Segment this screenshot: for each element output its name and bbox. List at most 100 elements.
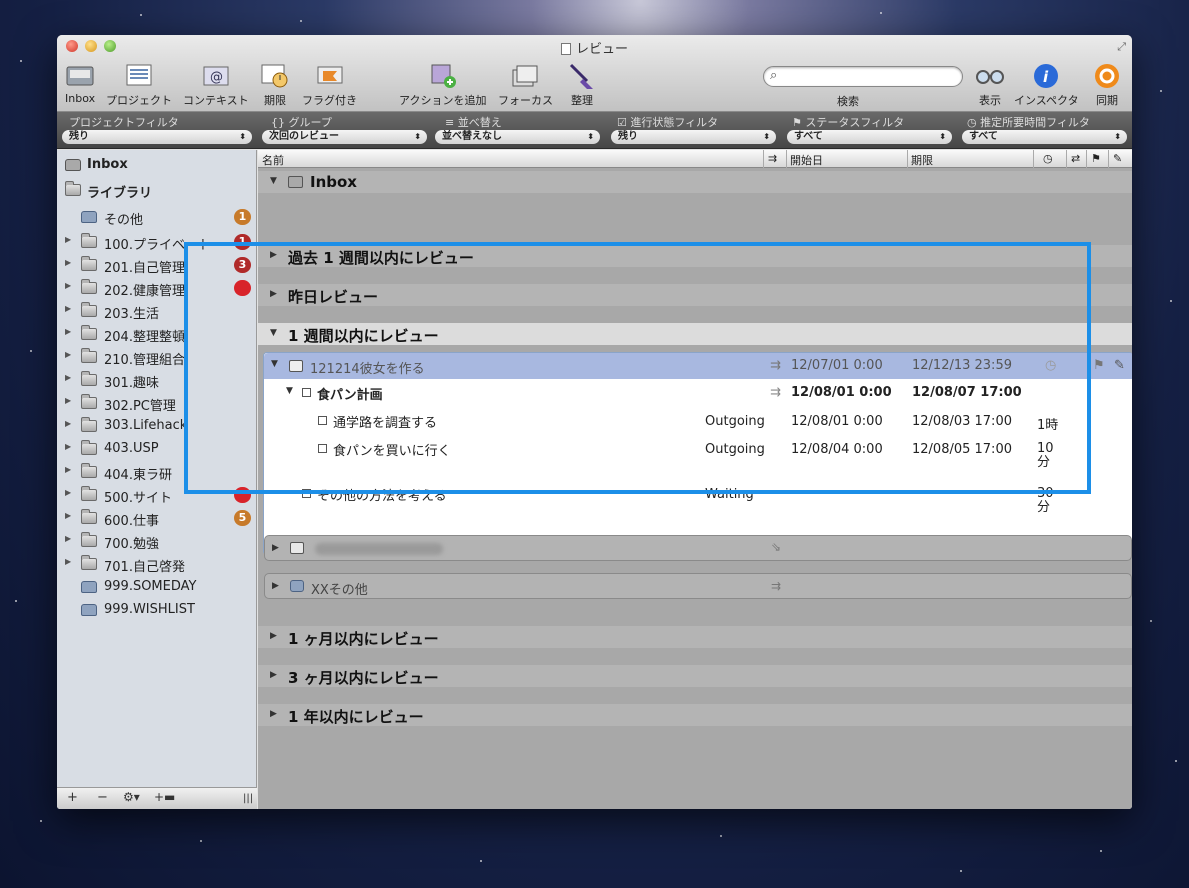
group-header[interactable]: ▼ Inbox: [258, 171, 1132, 193]
sidebar-folder[interactable]: ▶ 203.生活: [57, 300, 257, 322]
sidebar-folder[interactable]: ▶ 403.USP: [57, 438, 257, 460]
disclosure-triangle-icon[interactable]: ▶: [270, 670, 277, 680]
disclosure-triangle-icon[interactable]: ▶: [272, 543, 279, 553]
group-header[interactable]: ▶ 過去 1 週間以内にレビュー: [258, 245, 1132, 267]
gear-icon[interactable]: ⚙▾: [123, 790, 140, 804]
group-header[interactable]: ▼ 1 週間以内にレビュー: [258, 323, 1132, 345]
disclosure-triangle-icon[interactable]: ▶: [65, 281, 71, 290]
disclosure-triangle-icon[interactable]: ▶: [65, 327, 71, 336]
sidebar-item-inbox[interactable]: Inbox: [57, 154, 257, 176]
task-checkbox[interactable]: [318, 444, 327, 453]
disclosure-triangle-icon[interactable]: ▶: [270, 250, 277, 260]
sidebar-folder[interactable]: ▶ 210.管理組合: [57, 346, 257, 368]
toolbar-inspector-button[interactable]: i インスペクタ: [1014, 63, 1079, 108]
add-icon[interactable]: +: [67, 790, 78, 805]
sidebar-item-other[interactable]: その他 1: [57, 206, 257, 228]
disclosure-triangle-icon[interactable]: ▶: [65, 235, 71, 244]
task-checkbox[interactable]: [302, 489, 311, 498]
disclosure-triangle-icon[interactable]: ▶: [65, 258, 71, 267]
fullscreen-icon[interactable]: ⤢: [1117, 40, 1126, 54]
task-row[interactable]: 通学路を調査する Outgoing 12/08/01 0:00 12/08/03…: [264, 409, 1132, 435]
disclosure-triangle-icon[interactable]: ▼: [271, 359, 278, 369]
add-folder-icon[interactable]: +▬: [154, 790, 175, 804]
disclosure-triangle-icon[interactable]: ▼: [286, 386, 293, 396]
sidebar-folder[interactable]: ▶ 700.勉強: [57, 530, 257, 552]
toolbar-flagged-button[interactable]: フラグ付き: [302, 63, 357, 108]
toolbar-view-button[interactable]: 表示: [975, 63, 1005, 108]
disclosure-triangle-icon[interactable]: ▼: [270, 328, 277, 338]
toolbar-sync-button[interactable]: 同期: [1092, 63, 1122, 108]
sidebar-folder[interactable]: ▶ 701.自己啓発: [57, 553, 257, 575]
group-header[interactable]: ▶ 1 年以内にレビュー: [258, 704, 1132, 726]
task-row[interactable]: 食パンを買いに行く Outgoing 12/08/04 0:00 12/08/0…: [264, 437, 1132, 477]
search-input[interactable]: [786, 69, 956, 84]
sidebar-folder[interactable]: ▶ 301.趣味: [57, 369, 257, 391]
column-start[interactable]: 開始日: [790, 152, 823, 168]
disclosure-triangle-icon[interactable]: ▶: [65, 488, 71, 497]
group-header[interactable]: ▶ 昨日レビュー: [258, 284, 1132, 306]
group-header[interactable]: ▶ 1 ヶ月以内にレビュー: [258, 626, 1132, 648]
progress-filter-select[interactable]: 残り ⬍: [611, 130, 776, 144]
context-column-icon[interactable]: ⇉: [768, 152, 777, 165]
toolbar-focus-button[interactable]: フォーカス: [498, 63, 553, 108]
project-row-collapsed[interactable]: ▶ XXその他 ⇉: [264, 573, 1132, 599]
toolbar-add-action-button[interactable]: アクションを追加: [399, 63, 486, 108]
disclosure-triangle-icon[interactable]: ▶: [270, 709, 277, 719]
note-column-icon[interactable]: ✎: [1113, 152, 1122, 165]
disclosure-triangle-icon[interactable]: ▶: [65, 373, 71, 382]
note-icon[interactable]: ✎: [1114, 358, 1125, 373]
toolbar-organize-button[interactable]: 整理: [567, 63, 597, 108]
column-name[interactable]: 名前: [262, 152, 284, 168]
status-filter-select[interactable]: すべて ⬍: [787, 130, 952, 144]
toolbar-projects-button[interactable]: プロジェクト: [106, 63, 172, 108]
disclosure-triangle-icon[interactable]: ▶: [65, 511, 71, 520]
sidebar-folder[interactable]: ▶ 100.プライベート 1: [57, 231, 257, 253]
disclosure-triangle-icon[interactable]: ▶: [272, 581, 279, 591]
disclosure-triangle-icon[interactable]: ▶: [270, 631, 277, 641]
sidebar-folder[interactable]: ▶ 303.Lifehack: [57, 415, 257, 437]
search-field[interactable]: ⌕: [763, 66, 963, 87]
disclosure-triangle-icon[interactable]: ▶: [65, 304, 71, 313]
column-due[interactable]: 期限: [911, 152, 933, 168]
disclosure-triangle-icon[interactable]: ▶: [65, 419, 71, 428]
flag-icon[interactable]: ⚑: [1093, 358, 1105, 373]
project-row-selected[interactable]: ▼ 121214彼女を作る ⇉ 12/07/01 0:00 12/12/13 2…: [264, 353, 1132, 379]
task-checkbox[interactable]: [302, 388, 311, 397]
sidebar-folder[interactable]: ▶ 201.自己管理 3: [57, 254, 257, 276]
focus-icon: [511, 63, 541, 89]
sidebar-item-library[interactable]: ライブラリ: [57, 179, 257, 201]
sidebar-folder[interactable]: ▶ 202.健康管理: [57, 277, 257, 299]
disclosure-triangle-icon[interactable]: ▶: [65, 350, 71, 359]
toolbar-contexts-button[interactable]: @ コンテキスト: [183, 63, 249, 108]
project-filter-select[interactable]: 残り ⬍: [62, 130, 252, 144]
project-row-collapsed[interactable]: ▶ ⇘: [264, 535, 1132, 561]
task-checkbox[interactable]: [318, 416, 327, 425]
sidebar-folder[interactable]: ▶ 600.仕事 5: [57, 507, 257, 529]
repeat-column-icon[interactable]: ◷: [1043, 152, 1053, 165]
sync-column-icon[interactable]: ⇄: [1071, 152, 1080, 165]
group-header[interactable]: ▶ 3 ヶ月以内にレビュー: [258, 665, 1132, 687]
toolbar-inbox-button[interactable]: Inbox: [65, 63, 95, 105]
disclosure-triangle-icon[interactable]: ▶: [65, 534, 71, 543]
sidebar-folder[interactable]: ▶ 500.サイト: [57, 484, 257, 506]
sidebar-folder[interactable]: ▶ 204.整理整頓: [57, 323, 257, 345]
disclosure-triangle-icon[interactable]: ▶: [65, 465, 71, 474]
sidebar-item-wishlist[interactable]: 999.WISHLIST: [57, 599, 257, 621]
disclosure-triangle-icon[interactable]: ▶: [65, 557, 71, 566]
sidebar-folder[interactable]: ▶ 404.東ラ研: [57, 461, 257, 483]
sort-select[interactable]: 並べ替えなし ⬍: [435, 130, 600, 144]
remove-icon[interactable]: −: [97, 790, 108, 805]
disclosure-triangle-icon[interactable]: ▶: [65, 442, 71, 451]
task-row[interactable]: その他の方法を考える Waiting 30 分: [264, 481, 1132, 521]
sidebar-item-someday[interactable]: 999.SOMEDAY: [57, 576, 257, 598]
task-row[interactable]: ▼ 食パン計画 ⇉ 12/08/01 0:00 12/08/07 17:00: [264, 381, 1132, 407]
toolbar-due-button[interactable]: 期限: [260, 63, 290, 108]
disclosure-triangle-icon[interactable]: ▶: [65, 396, 71, 405]
sidebar-folder[interactable]: ▶ 302.PC管理: [57, 392, 257, 414]
resize-handle-icon[interactable]: |||: [243, 793, 253, 804]
disclosure-triangle-icon[interactable]: ▼: [270, 176, 277, 186]
group-select[interactable]: 次回のレビュー ⬍: [262, 130, 427, 144]
flag-column-icon[interactable]: ⚑: [1091, 152, 1101, 165]
disclosure-triangle-icon[interactable]: ▶: [270, 289, 277, 299]
duration-filter-select[interactable]: すべて ⬍: [962, 130, 1127, 144]
